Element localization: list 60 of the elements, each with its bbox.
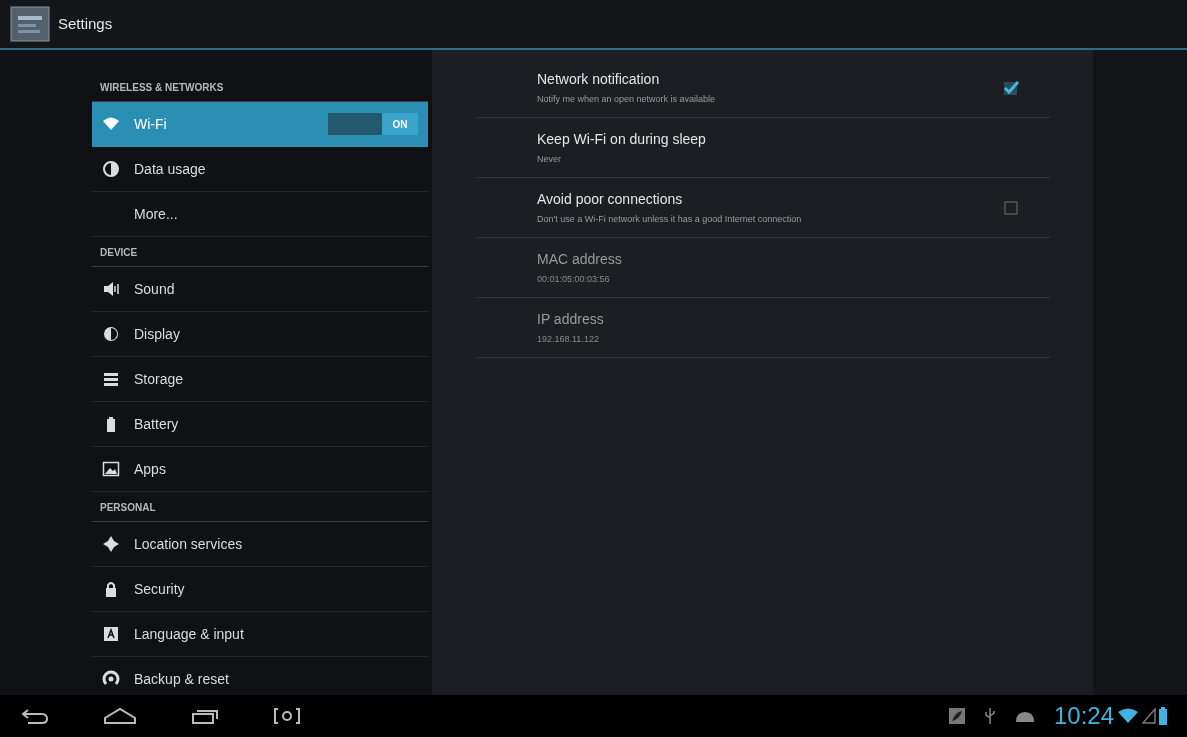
sidebar-item[interactable]: Data usage bbox=[92, 147, 428, 192]
preference-row[interactable]: MAC address 00:01:05:00:03:56 bbox=[476, 238, 1050, 298]
speaker-icon bbox=[102, 280, 120, 298]
item-label: Wi-Fi bbox=[134, 114, 167, 134]
sidebar-item[interactable]: Security bbox=[92, 567, 428, 612]
item-label: Data usage bbox=[134, 159, 206, 179]
item-label: Location services bbox=[134, 534, 243, 554]
back-icon[interactable] bbox=[20, 706, 50, 726]
location-icon bbox=[102, 535, 120, 553]
notification-icon[interactable] bbox=[947, 707, 966, 725]
preference-row[interactable]: IP address 192.168.11.122 bbox=[476, 298, 1050, 358]
sidebar-item[interactable]: Sound bbox=[92, 267, 428, 312]
preference-title: Network notification bbox=[537, 69, 661, 89]
cell-signal-icon bbox=[1142, 708, 1156, 724]
image-icon bbox=[102, 460, 120, 478]
preference-summary: 00:01:05:00:03:56 bbox=[537, 272, 611, 286]
android-icon bbox=[1013, 709, 1036, 723]
clock-time: 10:24 bbox=[1053, 704, 1114, 728]
item-label: Battery bbox=[134, 414, 179, 434]
preference-row[interactable]: Keep Wi-Fi on during sleep Never bbox=[476, 118, 1050, 178]
wifi-signal-icon bbox=[1117, 708, 1139, 724]
letter-tile-icon bbox=[102, 625, 120, 643]
item-label: Sound bbox=[134, 279, 175, 299]
item-label: Security bbox=[134, 579, 185, 599]
sidebar-item[interactable]: Battery bbox=[92, 402, 428, 447]
section-header: PERSONAL bbox=[92, 500, 428, 522]
preference-title: Avoid poor connections bbox=[537, 189, 684, 209]
preference-title: MAC address bbox=[537, 249, 622, 269]
contrast-icon bbox=[102, 325, 120, 343]
preference-summary: Notify me when an open network is available bbox=[537, 92, 716, 106]
sidebar-item[interactable]: More... bbox=[92, 192, 428, 237]
item-label: Storage bbox=[134, 369, 184, 389]
item-label: More... bbox=[134, 204, 178, 224]
sidebar-item[interactable]: Apps bbox=[92, 447, 428, 492]
usb-icon bbox=[983, 707, 996, 725]
sidebar-item[interactable]: Storage bbox=[92, 357, 428, 402]
sidebar-item[interactable]: Location services bbox=[92, 522, 428, 567]
sidebar-item[interactable]: Language & input bbox=[92, 612, 428, 657]
preference-row[interactable]: Network notification Notify me when an open network is available bbox=[476, 58, 1050, 118]
home-icon[interactable] bbox=[102, 706, 138, 726]
preference-title: IP address bbox=[537, 309, 604, 329]
preference-row[interactable]: Avoid poor connections Don't use a Wi-Fi network unless it has a good Internet connection bbox=[476, 178, 1050, 238]
battery-icon bbox=[1159, 707, 1167, 725]
checkbox-checked[interactable] bbox=[1002, 78, 1020, 97]
app-title: Settings bbox=[58, 13, 113, 34]
item-label: Display bbox=[134, 324, 180, 344]
checkbox[interactable] bbox=[1002, 198, 1020, 217]
storage-icon bbox=[102, 370, 120, 388]
item-label: Backup & reset bbox=[134, 669, 229, 689]
settings-app-icon bbox=[10, 6, 50, 42]
section-header: DEVICE bbox=[92, 245, 428, 267]
item-label: Apps bbox=[134, 459, 166, 479]
sidebar-item[interactable]: Display bbox=[92, 312, 428, 357]
pie-chart-icon bbox=[102, 160, 120, 178]
preference-summary: Never bbox=[537, 152, 562, 166]
preference-title: Keep Wi-Fi on during sleep bbox=[537, 129, 706, 149]
preference-summary: 192.168.11.122 bbox=[537, 332, 600, 346]
screenshot-icon[interactable] bbox=[272, 706, 302, 726]
item-label: Language & input bbox=[134, 624, 244, 644]
preference-summary: Don't use a Wi-Fi network unless it has a good Internet connection bbox=[537, 212, 802, 226]
